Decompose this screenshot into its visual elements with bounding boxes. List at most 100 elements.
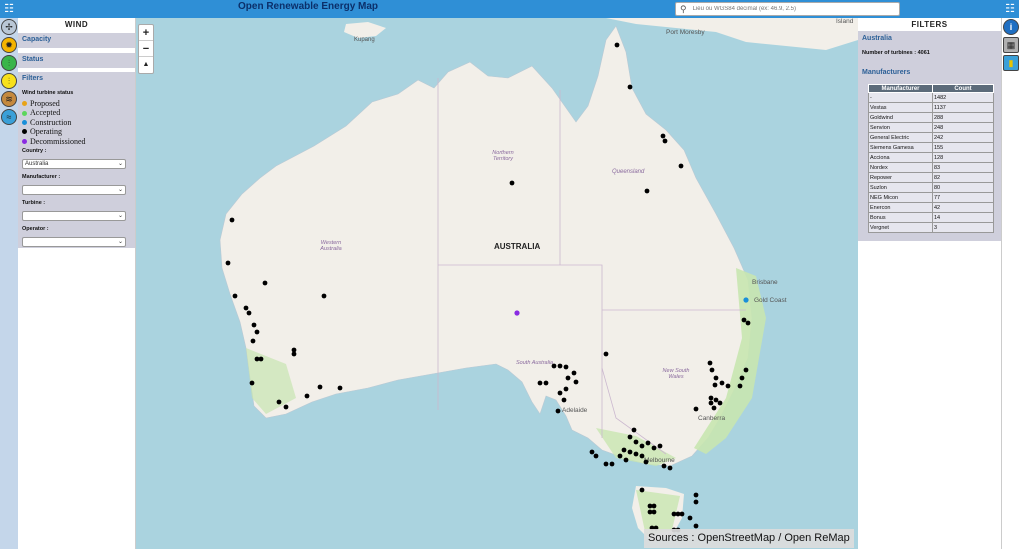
- turbine-marker[interactable]: [509, 180, 515, 186]
- turbine-marker[interactable]: [717, 400, 723, 406]
- turbine-marker[interactable]: [561, 397, 567, 403]
- turbine-marker[interactable]: [617, 453, 623, 459]
- reset-north-button[interactable]: ▲: [139, 57, 153, 73]
- turbine-marker[interactable]: [614, 42, 620, 48]
- turbine-marker[interactable]: [589, 449, 595, 455]
- turbine-marker[interactable]: [693, 406, 699, 412]
- turbine-marker[interactable]: [563, 364, 569, 370]
- turbine-marker[interactable]: [537, 380, 543, 386]
- turbine-marker[interactable]: [627, 449, 633, 455]
- turbine-marker[interactable]: [651, 509, 657, 515]
- turbine-marker[interactable]: [593, 453, 599, 459]
- turbine-marker[interactable]: [667, 465, 673, 471]
- search-box[interactable]: ⚲: [675, 2, 900, 16]
- turbine-marker[interactable]: [557, 363, 563, 369]
- turbine-marker[interactable]: [621, 447, 627, 453]
- search-input[interactable]: [692, 6, 893, 12]
- turbine-marker[interactable]: [639, 443, 645, 449]
- geothermal-icon[interactable]: ⫶: [1, 73, 17, 89]
- solar-icon[interactable]: ✹: [1, 37, 17, 53]
- turbine-marker[interactable]: [712, 382, 718, 388]
- chart-icon[interactable]: ▮: [1003, 55, 1019, 71]
- turbine-marker[interactable]: [662, 138, 668, 144]
- turbine-marker[interactable]: [551, 363, 557, 369]
- turbine-marker[interactable]: [713, 397, 719, 403]
- turbine-marker[interactable]: [645, 440, 651, 446]
- turbine-marker[interactable]: [745, 320, 751, 326]
- turbine-marker[interactable]: [707, 360, 713, 366]
- turbine-marker[interactable]: [711, 405, 717, 411]
- turbine-marker[interactable]: [643, 459, 649, 465]
- turbine-marker[interactable]: [743, 367, 749, 373]
- turbine-marker[interactable]: [317, 384, 323, 390]
- turbine-marker[interactable]: [660, 133, 666, 139]
- turbine-marker[interactable]: [737, 383, 743, 389]
- turbine-marker[interactable]: [679, 511, 685, 517]
- zoom-in-button[interactable]: +: [139, 25, 153, 41]
- turbine-marker[interactable]: [713, 375, 719, 381]
- turbine-marker[interactable]: [709, 367, 715, 373]
- left-menu-icon[interactable]: ☷: [2, 2, 16, 16]
- turbine-marker[interactable]: [304, 393, 310, 399]
- turbine-marker[interactable]: [254, 329, 260, 335]
- right-menu-icon[interactable]: ☷: [1003, 2, 1017, 16]
- turbine-marker[interactable]: [276, 399, 282, 405]
- turbine-marker[interactable]: [639, 453, 645, 459]
- turbine-marker[interactable]: [321, 293, 327, 299]
- turbine-marker[interactable]: [565, 375, 571, 381]
- turbine-marker[interactable]: [687, 515, 693, 521]
- filters-title[interactable]: Filters: [22, 75, 131, 82]
- turbine-marker[interactable]: [250, 338, 256, 344]
- decommissioned-marker[interactable]: [514, 310, 520, 316]
- turbine-marker[interactable]: [644, 188, 650, 194]
- turbine-marker[interactable]: [249, 380, 255, 386]
- status-section[interactable]: Status: [18, 53, 135, 68]
- operator-select[interactable]: ⌄: [22, 237, 126, 248]
- turbine-marker[interactable]: [291, 351, 297, 357]
- turbine-marker[interactable]: [623, 457, 629, 463]
- turbine-marker[interactable]: [739, 375, 745, 381]
- info-icon[interactable]: i: [1003, 19, 1019, 35]
- turbine-marker[interactable]: [639, 487, 645, 493]
- turbine-marker[interactable]: [661, 463, 667, 469]
- turbine-marker[interactable]: [678, 163, 684, 169]
- turbine-marker[interactable]: [243, 305, 249, 311]
- turbine-marker[interactable]: [337, 385, 343, 391]
- construction-marker[interactable]: [743, 297, 749, 303]
- biomass-icon[interactable]: ⫶: [1, 55, 17, 71]
- turbine-marker[interactable]: [543, 380, 549, 386]
- turbine-marker[interactable]: [631, 427, 637, 433]
- turbine-marker[interactable]: [657, 443, 663, 449]
- turbine-marker[interactable]: [627, 84, 633, 90]
- turbine-marker[interactable]: [651, 503, 657, 509]
- turbine-marker[interactable]: [571, 370, 577, 376]
- turbine-marker[interactable]: [225, 260, 231, 266]
- map-view[interactable]: Kupang Port Moresby Island Northern Terr…: [136, 18, 858, 549]
- turbine-marker[interactable]: [633, 451, 639, 457]
- turbine-marker[interactable]: [609, 461, 615, 467]
- turbine-select[interactable]: ⌄: [22, 211, 126, 222]
- wind-turbine-icon[interactable]: ✢: [1, 19, 17, 35]
- table-icon[interactable]: ▦: [1003, 37, 1019, 53]
- turbine-marker[interactable]: [557, 390, 563, 396]
- turbine-marker[interactable]: [251, 322, 257, 328]
- turbine-marker[interactable]: [555, 408, 561, 414]
- capacity-section[interactable]: Capacity: [18, 33, 135, 48]
- turbine-marker[interactable]: [603, 351, 609, 357]
- zoom-out-button[interactable]: −: [139, 41, 153, 57]
- turbine-marker[interactable]: [693, 499, 699, 505]
- turbine-marker[interactable]: [229, 217, 235, 223]
- turbine-marker[interactable]: [246, 310, 252, 316]
- turbine-marker[interactable]: [258, 356, 264, 362]
- turbine-marker[interactable]: [627, 434, 633, 440]
- turbine-marker[interactable]: [603, 461, 609, 467]
- country-select[interactable]: Australia ⌄: [22, 159, 126, 170]
- turbine-marker[interactable]: [693, 523, 699, 529]
- turbine-marker[interactable]: [232, 293, 238, 299]
- marine-icon[interactable]: ≈: [1, 109, 17, 125]
- turbine-marker[interactable]: [725, 383, 731, 389]
- turbine-marker[interactable]: [573, 379, 579, 385]
- turbine-marker[interactable]: [708, 395, 714, 401]
- turbine-marker[interactable]: [719, 380, 725, 386]
- turbine-marker[interactable]: [633, 439, 639, 445]
